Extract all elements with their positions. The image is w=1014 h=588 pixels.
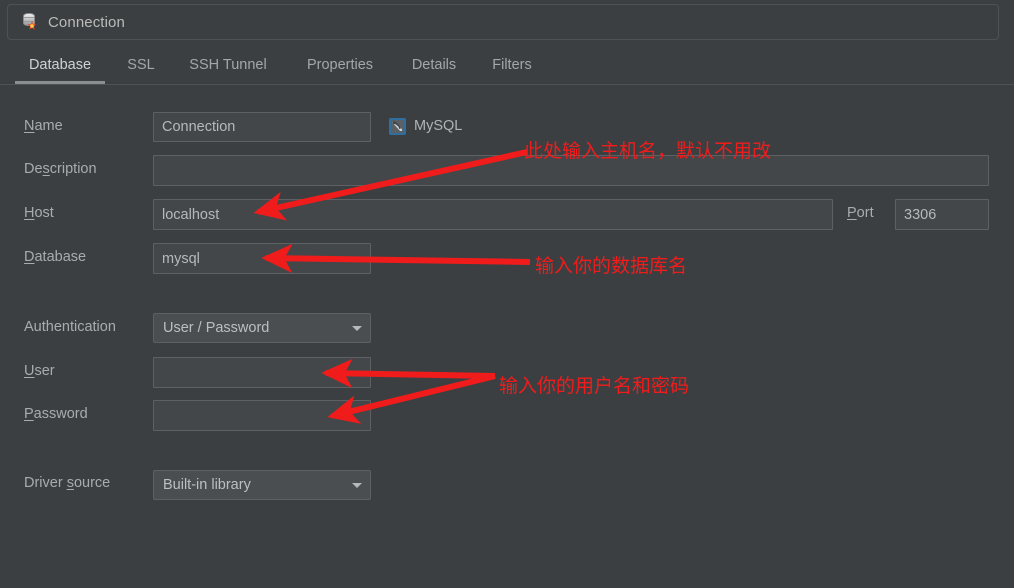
- port-label: Port: [847, 205, 874, 221]
- chevron-down-icon[interactable]: [344, 471, 370, 499]
- name-label: Name: [24, 118, 63, 134]
- tab-filters[interactable]: Filters: [481, 46, 543, 84]
- tab-ssl[interactable]: SSL: [115, 46, 167, 84]
- tab-details[interactable]: Details: [400, 46, 468, 84]
- authentication-select[interactable]: User / Password: [153, 313, 371, 343]
- user-label: User: [24, 363, 55, 379]
- name-input[interactable]: [153, 112, 371, 142]
- mysql-label: MySQL: [414, 118, 463, 134]
- description-label: Description: [24, 161, 97, 177]
- tab-properties[interactable]: Properties: [292, 46, 388, 84]
- mysql-dolphin-icon: [389, 118, 406, 135]
- driver-source-value: Built-in library: [163, 477, 251, 493]
- port-input[interactable]: [895, 199, 989, 230]
- annotation-arrows: [253, 149, 531, 424]
- database-input[interactable]: [153, 243, 371, 274]
- host-label: Host: [24, 205, 54, 221]
- window-titlebar: Connection: [7, 4, 999, 40]
- annotation-host-note: 此处输入主机名，默认不用改: [524, 140, 772, 162]
- tab-bar: Database SSL SSH Tunnel Properties Detai…: [0, 46, 1014, 85]
- database-icon: [21, 13, 39, 31]
- tab-ssh-tunnel[interactable]: SSH Tunnel: [176, 46, 280, 84]
- annotation-database-note: 输入你的数据库名: [535, 255, 688, 277]
- dialog-root: Connection Database SSL SSH Tunnel Prope…: [0, 0, 1014, 588]
- chevron-down-icon[interactable]: [344, 314, 370, 342]
- driver-source-select[interactable]: Built-in library: [153, 470, 371, 500]
- authentication-label: Authentication: [24, 319, 116, 335]
- password-input[interactable]: [153, 400, 371, 431]
- host-input[interactable]: [153, 199, 833, 230]
- annotation-credentials-note: 输入你的用户名和密码: [499, 375, 690, 397]
- window-title: Connection: [48, 13, 125, 31]
- tab-database[interactable]: Database: [15, 46, 105, 84]
- authentication-value: User / Password: [163, 320, 270, 336]
- user-input[interactable]: [153, 357, 371, 388]
- driver-source-label: Driver source: [24, 475, 111, 491]
- database-label: Database: [24, 249, 87, 265]
- password-label: Password: [24, 406, 88, 422]
